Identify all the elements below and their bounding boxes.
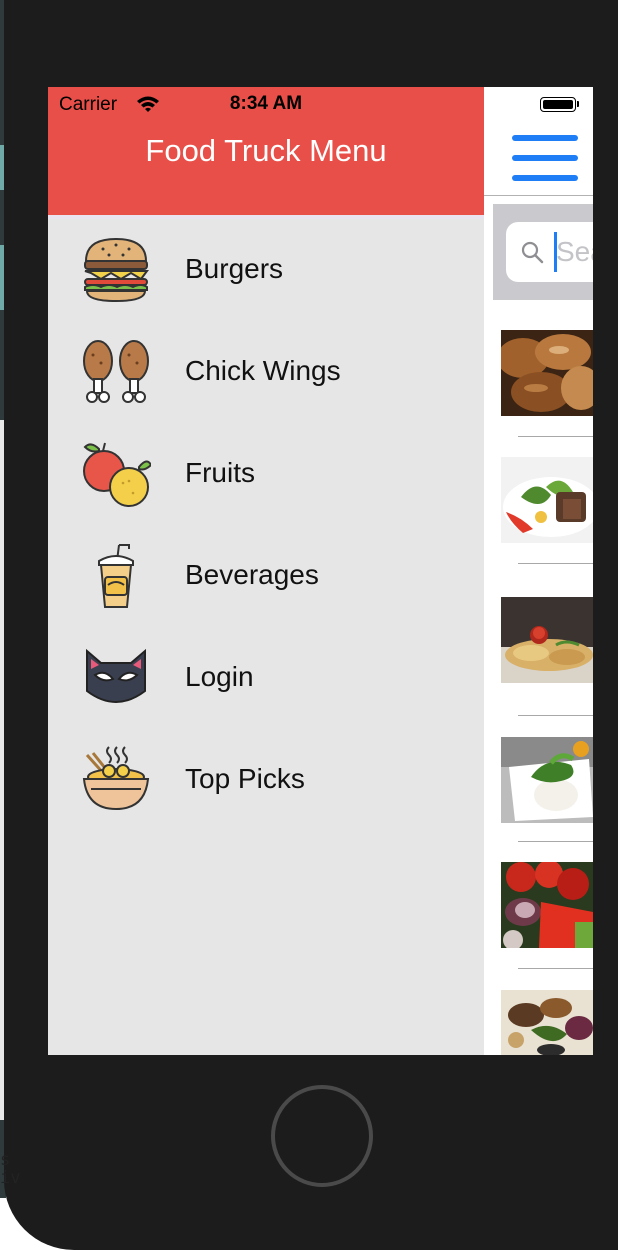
battery-tip [577,101,579,107]
row-separator [518,436,593,437]
beverage-cup-icon [98,544,134,608]
thumbnail-grilled-vegetables[interactable] [501,990,593,1055]
menu-item-top-picks[interactable]: Top Picks [48,733,484,835]
desktop-text: s [0,1150,11,1170]
search-placeholder: Sea [556,236,593,267]
nav-divider [484,195,593,196]
search-bar: Sea [493,204,593,300]
menu-label-chick-wings: Chick Wings [185,355,341,386]
menu-label-fruits: Fruits [185,457,255,488]
menu-label-burgers: Burgers [185,253,284,284]
mask-icon [86,648,146,703]
row-separator [518,841,593,842]
menu-label-beverages: Beverages [185,559,319,590]
row-separator [518,968,593,969]
thumbnail-grilled-fish[interactable] [501,597,593,683]
chicken-drumstick-icon [83,340,149,403]
menu-item-beverages[interactable]: Beverages [48,529,484,631]
thumbnail-steak-salad[interactable] [501,457,593,543]
thumbnail-tomatoes-vegetables[interactable] [501,862,593,948]
thumbnail-bread-rolls[interactable] [501,330,593,416]
drawer-title: Food Truck Menu [145,133,387,168]
status-bar-right [484,87,593,121]
main-content-peek: Sea [484,87,593,1055]
menu-item-fruits[interactable]: Fruits [48,427,484,529]
hamburger-menu-icon[interactable] [512,135,578,181]
drawer-header: Carrier 8:34 AM Food Truck Menu [48,87,484,215]
phone-screen: Sea [48,87,593,1055]
burger-icon [84,237,149,303]
menu-item-burgers[interactable]: Burgers [48,223,484,325]
menu-item-chick-wings[interactable]: Chick Wings [48,325,484,427]
header-divider [48,215,484,219]
status-time: 8:34 AM [229,93,303,114]
battery-icon [540,97,576,112]
row-separator [518,715,593,716]
side-drawer: Carrier 8:34 AM Food Truck Menu Burgers [48,87,484,1055]
menu-label-top-picks: Top Picks [185,763,305,794]
home-button[interactable] [271,1085,373,1187]
noodle-bowl-icon [82,746,150,811]
row-separator [518,563,593,564]
desktop-text: iv [0,1168,21,1188]
menu-label-login: Login [185,661,254,692]
thumbnail-rice-salad-box[interactable] [501,737,593,823]
fruits-icon [83,442,151,507]
menu-item-login[interactable]: Login [48,631,484,733]
search-input[interactable]: Sea [506,222,593,282]
search-icon [521,241,544,264]
